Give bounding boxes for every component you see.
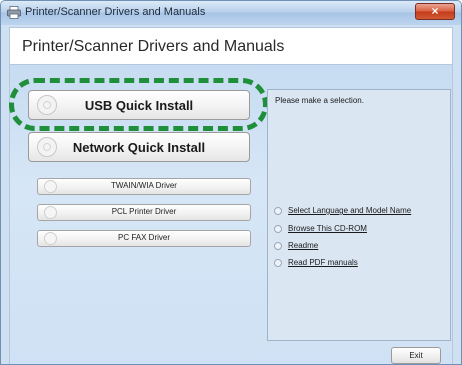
highlight-marker [9,78,268,131]
pc-fax-driver-button[interactable]: PC FAX Driver [37,230,251,247]
option-label[interactable]: Browse This CD-ROM [288,224,367,233]
close-button[interactable]: × [415,3,455,20]
selection-panel: Please make a selection. Select Language… [267,89,451,341]
radio-icon [274,242,282,250]
exit-button[interactable]: Exit [391,347,441,364]
network-quick-install-label: Network Quick Install [72,140,206,155]
option-label[interactable]: Read PDF manuals [288,258,358,267]
close-icon: × [431,4,439,18]
twain-wia-driver-button[interactable]: TWAIN/WIA Driver [37,178,251,195]
radio-icon [274,259,282,267]
pcl-printer-driver-label: PCL Printer Driver [111,207,177,216]
option-label[interactable]: Select Language and Model Name [288,206,411,215]
printer-icon [7,6,21,19]
title-bar[interactable]: Printer/Scanner Drivers and Manuals × [1,1,461,25]
header-banner: Printer/Scanner Drivers and Manuals [9,27,453,65]
pc-fax-driver-label: PC FAX Driver [117,233,170,242]
installer-window: Printer/Scanner Drivers and Manuals × Pr… [0,0,462,365]
window-title: Printer/Scanner Drivers and Manuals [25,6,206,18]
page-title: Printer/Scanner Drivers and Manuals [22,38,285,55]
twain-wia-driver-label: TWAIN/WIA Driver [111,181,177,190]
radio-icon [274,225,282,233]
option-label[interactable]: Readme [288,241,318,250]
pcl-printer-driver-button[interactable]: PCL Printer Driver [37,204,251,221]
radio-icon [274,207,282,215]
network-quick-install-button[interactable]: Network Quick Install [28,132,250,162]
selection-prompt: Please make a selection. [275,96,364,105]
